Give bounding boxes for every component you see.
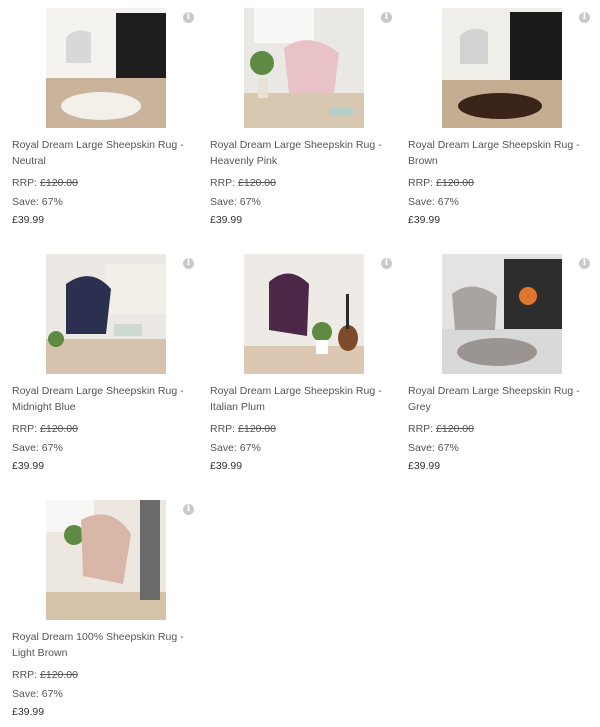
product-title-line1: Royal Dream Large Sheepskin Rug - <box>210 385 382 397</box>
product-title[interactable]: Royal Dream Large Sheepskin Rug - Grey <box>408 383 593 415</box>
product-card[interactable]: i Royal Dream Large Sheepskin Rug - Grey… <box>408 246 598 476</box>
product-grid: i Royal Dream Large Sheepskin Rug - Neut… <box>0 0 600 727</box>
product-card[interactable]: i Royal Dream Large Sheepskin Rug - Midn… <box>12 246 202 476</box>
product-title[interactable]: Royal Dream Large Sheepskin Rug - Neutra… <box>12 137 197 169</box>
product-price: £39.99 <box>12 214 45 226</box>
rrp-row: RRP: £120.00 <box>408 176 474 190</box>
product-title-line2: Midnight Blue <box>12 401 76 413</box>
product-price: £39.99 <box>12 706 45 718</box>
product-card[interactable]: i Royal Dream Large Sheepskin Rug - Brow… <box>408 0 598 230</box>
rrp-value: £120.00 <box>238 177 276 189</box>
rrp-value: £120.00 <box>436 177 474 189</box>
product-title[interactable]: Royal Dream 100% Sheepskin Rug - Light B… <box>12 629 197 661</box>
rrp-row: RRP: £120.00 <box>408 422 474 436</box>
product-price: £39.99 <box>408 214 441 226</box>
product-image[interactable] <box>244 8 364 128</box>
product-title[interactable]: Royal Dream Large Sheepskin Rug - Midnig… <box>12 383 197 415</box>
product-title[interactable]: Royal Dream Large Sheepskin Rug - Brown <box>408 137 593 169</box>
product-image[interactable] <box>46 254 166 374</box>
product-title-line1: Royal Dream Large Sheepskin Rug - <box>210 139 382 151</box>
info-icon[interactable]: i <box>183 12 194 23</box>
product-title-line1: Royal Dream Large Sheepskin Rug - <box>408 385 580 397</box>
product-photo-icon <box>46 254 166 374</box>
rrp-label: RRP: <box>210 177 236 189</box>
info-icon[interactable]: i <box>381 258 392 269</box>
product-card[interactable]: i Royal Dream 100% Sheepskin Rug - Light… <box>12 492 202 722</box>
product-photo-icon <box>46 8 166 128</box>
product-price: £39.99 <box>12 460 45 472</box>
save-text: Save: 67% <box>12 688 63 700</box>
rrp-label: RRP: <box>210 423 236 435</box>
rrp-value: £120.00 <box>40 177 78 189</box>
product-title-line2: Light Brown <box>12 647 68 659</box>
save-text: Save: 67% <box>12 196 63 208</box>
product-price: £39.99 <box>408 460 441 472</box>
info-icon[interactable]: i <box>579 12 590 23</box>
product-title-line2: Brown <box>408 155 438 167</box>
product-price: £39.99 <box>210 460 243 472</box>
rrp-row: RRP: £120.00 <box>12 176 78 190</box>
product-card[interactable]: i Royal Dream Large Sheepskin Rug - Heav… <box>210 0 400 230</box>
product-image[interactable] <box>442 8 562 128</box>
rrp-label: RRP: <box>12 423 38 435</box>
rrp-label: RRP: <box>12 177 38 189</box>
rrp-row: RRP: £120.00 <box>12 668 78 682</box>
product-image[interactable] <box>244 254 364 374</box>
product-title-line2: Heavenly Pink <box>210 155 278 167</box>
product-title-line2: Grey <box>408 401 431 413</box>
rrp-label: RRP: <box>408 177 434 189</box>
product-image[interactable] <box>46 500 166 620</box>
product-image[interactable] <box>46 8 166 128</box>
rrp-value: £120.00 <box>40 669 78 681</box>
product-title[interactable]: Royal Dream Large Sheepskin Rug - Italia… <box>210 383 395 415</box>
product-title-line1: Royal Dream 100% Sheepskin Rug - <box>12 631 184 643</box>
info-icon[interactable]: i <box>381 12 392 23</box>
info-icon[interactable]: i <box>183 504 194 515</box>
product-title-line1: Royal Dream Large Sheepskin Rug - <box>408 139 580 151</box>
save-text: Save: 67% <box>210 196 261 208</box>
rrp-label: RRP: <box>408 423 434 435</box>
rrp-value: £120.00 <box>40 423 78 435</box>
product-photo-icon <box>244 8 364 128</box>
product-title-line2: Italian Plum <box>210 401 265 413</box>
rrp-label: RRP: <box>12 669 38 681</box>
product-price: £39.99 <box>210 214 243 226</box>
save-text: Save: 67% <box>408 196 459 208</box>
product-photo-icon <box>244 254 364 374</box>
product-title-line1: Royal Dream Large Sheepskin Rug - <box>12 385 184 397</box>
product-title-line2: Neutral <box>12 155 46 167</box>
rrp-row: RRP: £120.00 <box>12 422 78 436</box>
product-photo-icon <box>442 254 562 374</box>
rrp-value: £120.00 <box>238 423 276 435</box>
rrp-row: RRP: £120.00 <box>210 176 276 190</box>
product-title-line1: Royal Dream Large Sheepskin Rug - <box>12 139 184 151</box>
rrp-row: RRP: £120.00 <box>210 422 276 436</box>
product-title[interactable]: Royal Dream Large Sheepskin Rug - Heaven… <box>210 137 395 169</box>
info-icon[interactable]: i <box>579 258 590 269</box>
product-card[interactable]: i Royal Dream Large Sheepskin Rug - Neut… <box>12 0 202 230</box>
info-icon[interactable]: i <box>183 258 194 269</box>
rrp-value: £120.00 <box>436 423 474 435</box>
save-text: Save: 67% <box>12 442 63 454</box>
product-card[interactable]: i Royal Dream Large Sheepskin Rug - Ital… <box>210 246 400 476</box>
save-text: Save: 67% <box>408 442 459 454</box>
product-image[interactable] <box>442 254 562 374</box>
product-photo-icon <box>46 500 166 620</box>
save-text: Save: 67% <box>210 442 261 454</box>
product-photo-icon <box>442 8 562 128</box>
